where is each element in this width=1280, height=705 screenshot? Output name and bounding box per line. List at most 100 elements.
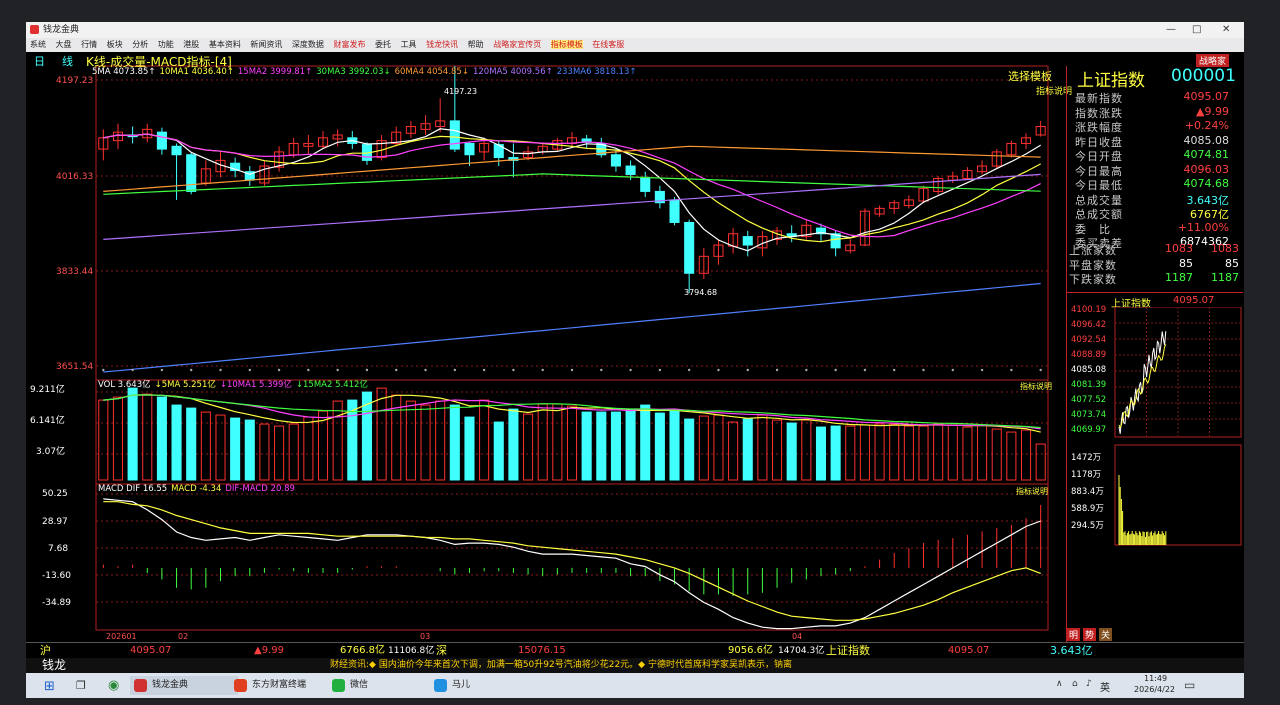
volume-bar bbox=[552, 403, 563, 481]
task-view-icon[interactable]: ❐ bbox=[76, 679, 86, 692]
volume-bar bbox=[200, 411, 211, 481]
ma15-line bbox=[103, 133, 1041, 238]
kline-chart[interactable] bbox=[26, 52, 1056, 642]
menu-item[interactable]: 深度数据 bbox=[292, 40, 324, 49]
tray-chevron-icon[interactable]: ∧ bbox=[1056, 679, 1063, 689]
window-title: 钱龙金典 bbox=[43, 25, 80, 35]
clock-date[interactable]: 2026/4/22 bbox=[1134, 685, 1175, 694]
mini-chart[interactable]: 上证指数 4095.07 4100.19 4096.42 4092.54 4088.8… bbox=[1067, 292, 1243, 549]
volume-bar bbox=[274, 425, 285, 481]
volume-bar bbox=[947, 424, 958, 481]
chart-area: 日 线 K线-成交量-MACD指标-[4] 选择模板 指标说明 战略家 5MA … bbox=[26, 52, 1244, 642]
separator-dot bbox=[248, 368, 251, 372]
menu-item[interactable]: 功能 bbox=[158, 40, 174, 49]
taskbar-app[interactable]: 马儿 bbox=[430, 676, 538, 695]
quote-row: 涨跌幅度 +0.24% bbox=[1073, 119, 1233, 134]
menu-item[interactable]: 板块 bbox=[107, 40, 123, 49]
vol-legend-entry: ↓10MA1 5.399亿 bbox=[219, 380, 292, 390]
menu-item[interactable]: 战略家宣传页 bbox=[493, 40, 541, 49]
mini-avg-line bbox=[1118, 344, 1167, 429]
news-text: 财经资讯:◆ 国内油价今年来首次下调，加满一箱50升92号汽油将少花22元。◆ … bbox=[330, 660, 792, 670]
menu-item[interactable]: 基本资料 bbox=[209, 40, 241, 49]
volume-bar bbox=[757, 414, 768, 481]
menu-item[interactable]: 钱龙快讯 bbox=[426, 40, 458, 49]
period-tab[interactable]: 日 bbox=[34, 53, 45, 69]
small-tab[interactable]: 明 bbox=[1067, 628, 1081, 641]
sh-change: ▲9.99 bbox=[254, 645, 284, 656]
right-index: 4095.07 bbox=[948, 645, 990, 656]
indicator-note-link[interactable]: 指标说明 bbox=[1016, 486, 1048, 497]
network-icon[interactable]: ⌂ bbox=[1072, 679, 1078, 689]
price-axis-label: 3833.44 bbox=[56, 267, 94, 277]
menu-item[interactable]: 港股 bbox=[183, 40, 199, 49]
quote-row: 今日最高 4096.03 bbox=[1073, 163, 1233, 178]
separator-dot bbox=[746, 368, 749, 372]
minimize-icon[interactable]: — bbox=[1166, 22, 1176, 38]
taskbar-app[interactable]: 钱龙金典 bbox=[130, 676, 238, 695]
volume-icon[interactable]: ♪ bbox=[1086, 679, 1092, 689]
news-ticker[interactable]: 钱龙 财经资讯:◆ 国内油价今年来首次下调，加满一箱50升92号汽油将少花22元… bbox=[26, 658, 1244, 673]
separator-dot bbox=[834, 368, 837, 372]
breadth-v2: 1187 bbox=[1211, 271, 1239, 284]
menu-item[interactable]: 在线客服 bbox=[592, 40, 624, 49]
volume-bar bbox=[596, 411, 607, 481]
separator-dot bbox=[717, 368, 720, 372]
vol-axis-label: 3.07亿 bbox=[36, 447, 66, 457]
separator-dot bbox=[395, 368, 398, 372]
volume-bar bbox=[449, 404, 460, 481]
mini-price-label: 4077.52 bbox=[1071, 395, 1107, 405]
volume-bar bbox=[830, 425, 841, 481]
volume-bar bbox=[98, 399, 109, 481]
volume-bar bbox=[772, 419, 783, 481]
indicator-note-link[interactable]: 指标说明 bbox=[1020, 381, 1052, 392]
ime-indicator[interactable]: 英 bbox=[1100, 679, 1110, 694]
menu-item[interactable]: 指标模板 bbox=[550, 40, 583, 49]
menu-item[interactable]: 分析 bbox=[132, 40, 148, 49]
volume-bar bbox=[1035, 443, 1046, 481]
small-tab[interactable]: 关 bbox=[1099, 628, 1113, 641]
period-tab-2[interactable]: 线 bbox=[62, 53, 73, 69]
select-template-button[interactable]: 选择模板 bbox=[1008, 68, 1052, 84]
vol-legend-entry: VOL 3.643亿 bbox=[98, 380, 151, 390]
vol-ma5-line bbox=[103, 394, 1041, 433]
small-tab[interactable]: 势 bbox=[1083, 628, 1097, 641]
menu-item[interactable]: 行情 bbox=[81, 40, 97, 49]
candle-body bbox=[742, 236, 753, 246]
menu-item[interactable]: 大盘 bbox=[56, 40, 72, 49]
taskbar-app[interactable]: 微信 bbox=[328, 676, 436, 695]
macd-line bbox=[103, 501, 1041, 621]
quote-row: 今日开盘 4074.81 bbox=[1073, 148, 1233, 163]
price-axis-label: 4016.33 bbox=[56, 172, 94, 182]
menu-item[interactable]: 委托 bbox=[375, 40, 391, 49]
menu-item[interactable]: 帮助 bbox=[468, 40, 484, 49]
volume-bar bbox=[288, 423, 299, 481]
windows-start-icon[interactable]: ⊞ bbox=[44, 679, 55, 694]
clock-time[interactable]: 11:49 bbox=[1144, 674, 1167, 683]
menu-item[interactable]: 系统 bbox=[30, 40, 46, 49]
volume-bar bbox=[654, 412, 665, 481]
browser-icon[interactable]: ◉ bbox=[108, 678, 119, 693]
maximize-icon[interactable]: □ bbox=[1192, 22, 1201, 38]
candle-body bbox=[449, 120, 460, 150]
volume-bar bbox=[640, 404, 651, 481]
macd-axis-label: 7.68 bbox=[48, 544, 69, 554]
wechat-icon bbox=[332, 679, 345, 692]
close-icon[interactable]: ✕ bbox=[1222, 22, 1230, 38]
separator-dot bbox=[1010, 368, 1013, 372]
price-axis-label: 4197.23 bbox=[56, 76, 94, 86]
separator-dot bbox=[219, 368, 222, 372]
volume-bar bbox=[171, 404, 182, 481]
volume-bar bbox=[728, 421, 739, 481]
volume-bar bbox=[405, 400, 416, 481]
volume-bar bbox=[420, 404, 431, 481]
ma-legend-entry: 5MA 4073.85↑ bbox=[92, 67, 156, 77]
separator-dot bbox=[775, 368, 779, 372]
volume-bar bbox=[669, 410, 680, 481]
menu-item[interactable]: 工具 bbox=[401, 40, 417, 49]
menu-item[interactable]: 财富发布 bbox=[333, 40, 365, 49]
menu-item[interactable]: 新闻资讯 bbox=[250, 40, 282, 49]
macd-axis-label: 50.25 bbox=[42, 489, 68, 499]
sz-label: 深 bbox=[436, 644, 447, 657]
notification-icon[interactable]: ▭ bbox=[1184, 678, 1195, 692]
quote-value: 4095.07 bbox=[1183, 90, 1230, 103]
